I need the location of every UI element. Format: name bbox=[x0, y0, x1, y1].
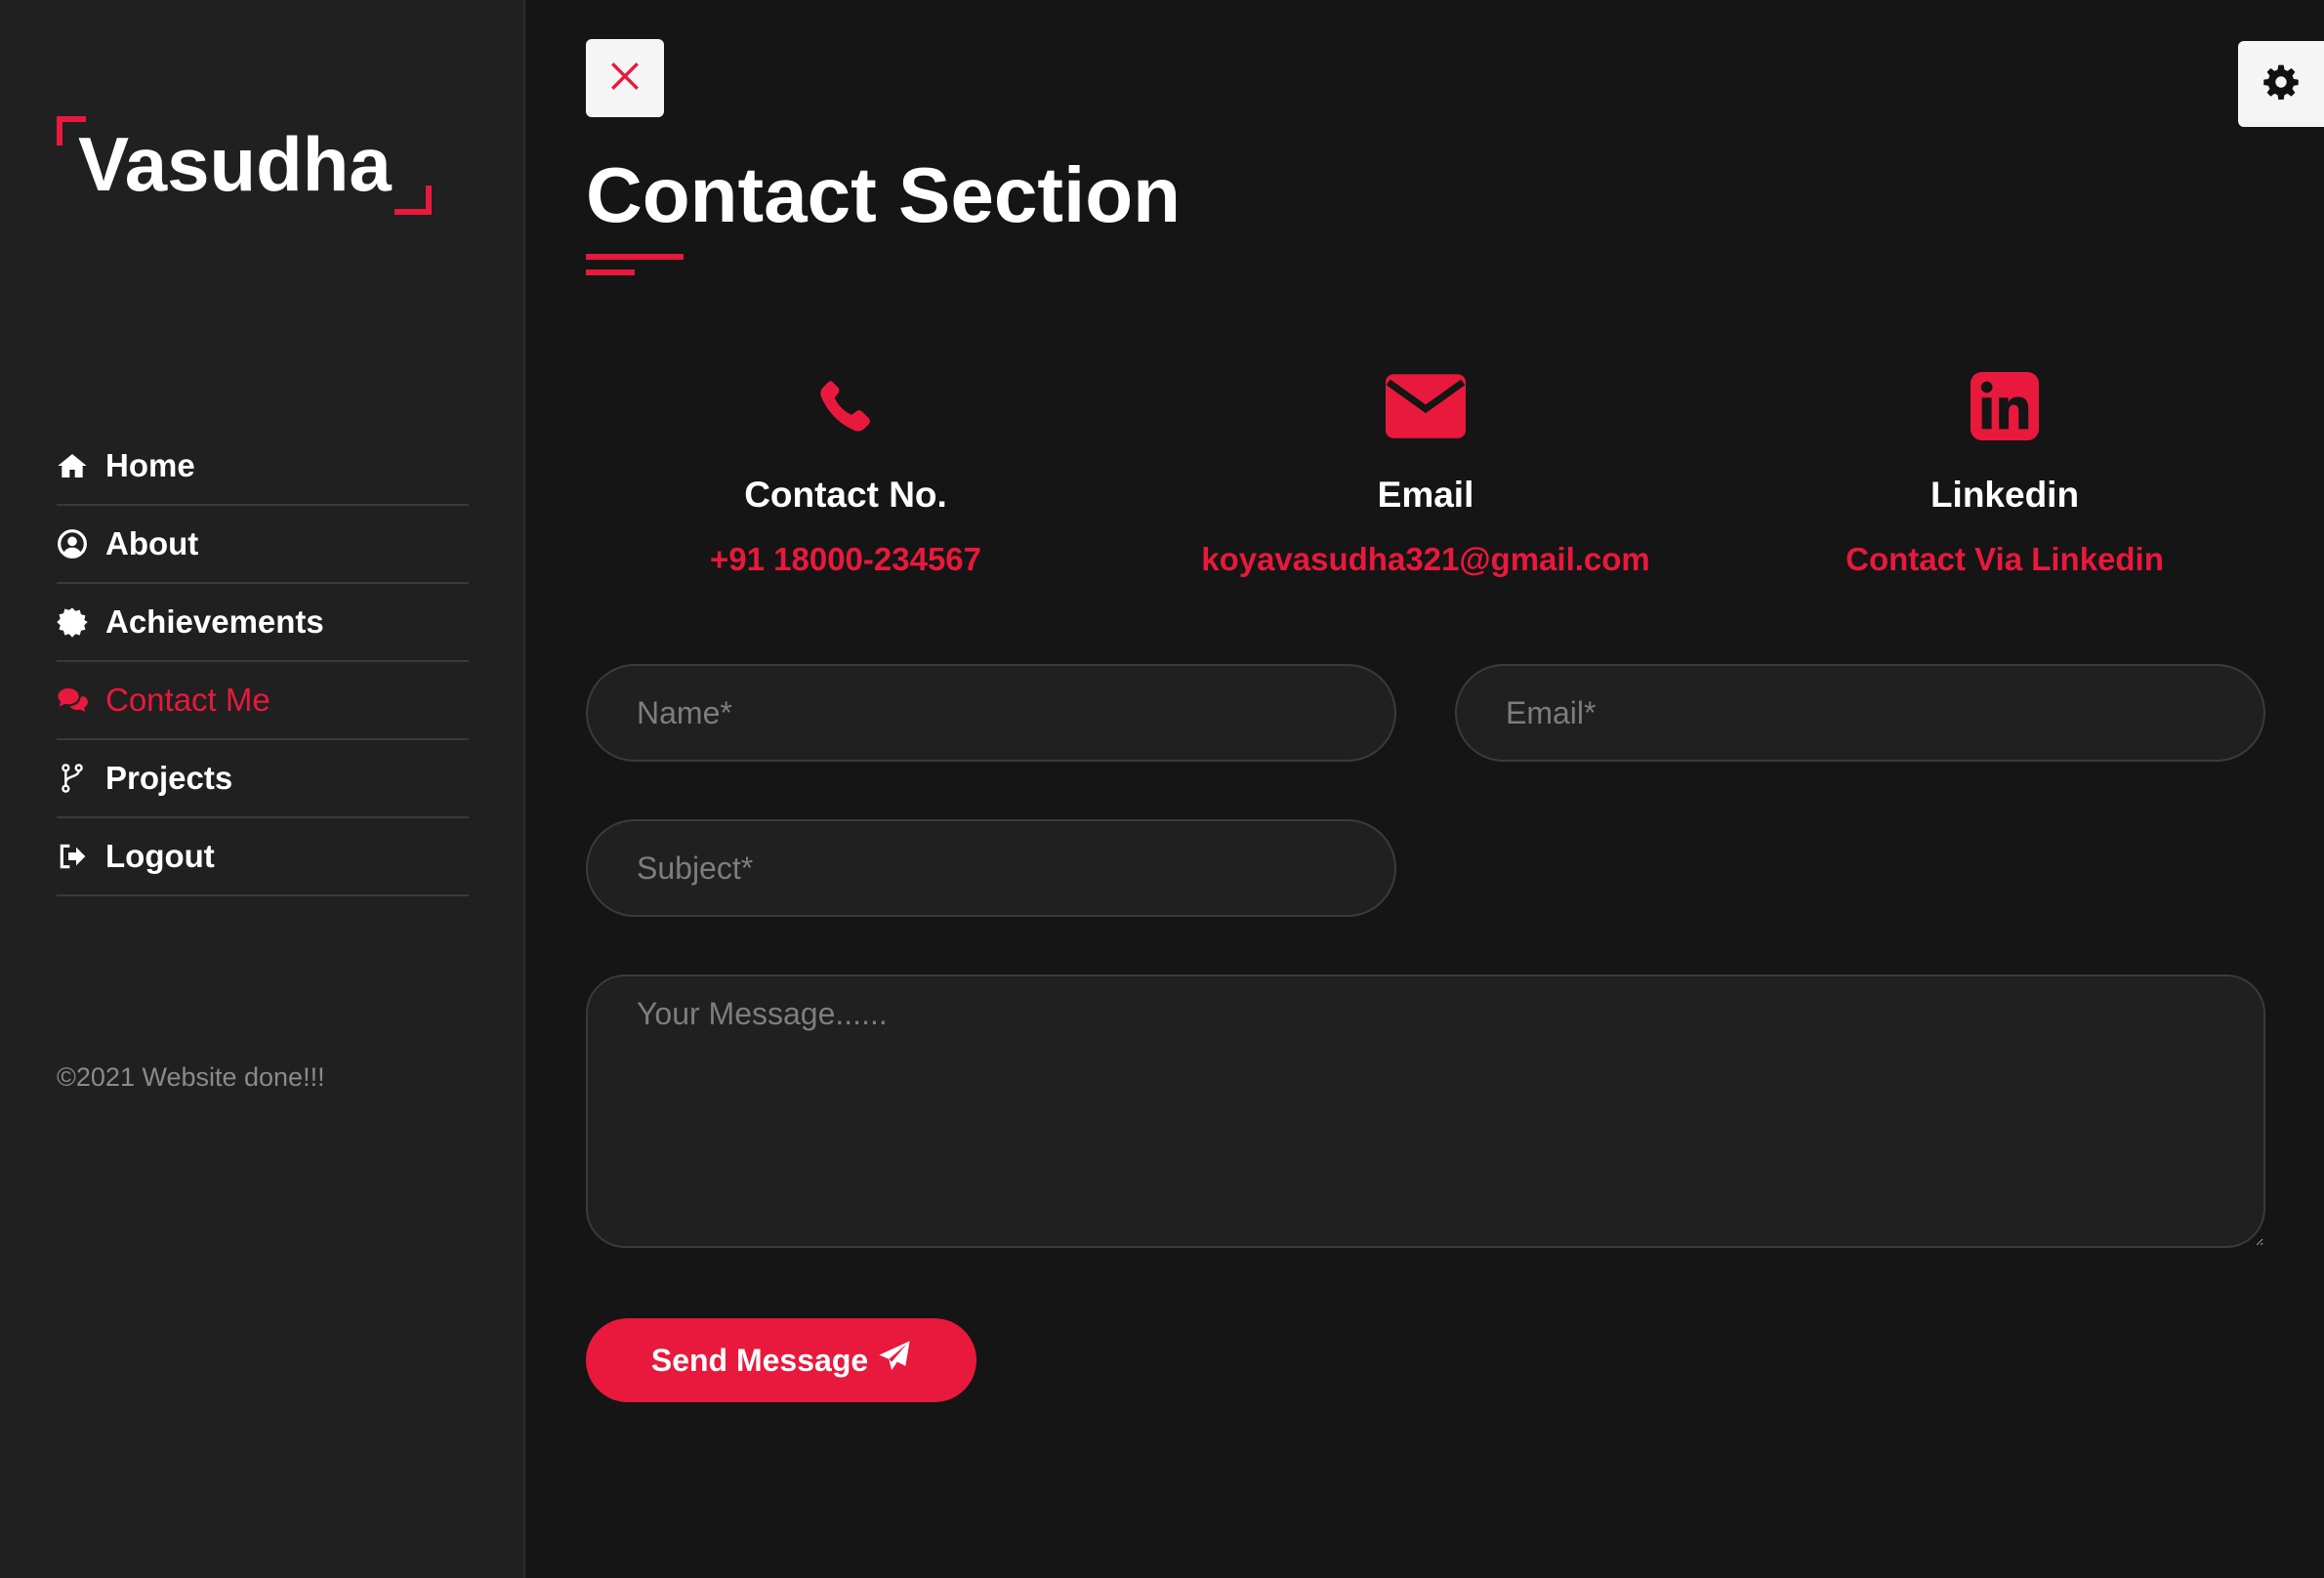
close-button[interactable] bbox=[586, 39, 664, 117]
send-message-label: Send Message bbox=[650, 1342, 869, 1378]
close-icon bbox=[608, 60, 642, 98]
logo-corner-bottom-right bbox=[394, 186, 432, 215]
contact-phone-card: Contact No. +91 18000-234567 bbox=[553, 367, 1139, 577]
name-input[interactable] bbox=[586, 664, 1396, 762]
send-message-button[interactable]: Send Message bbox=[586, 1318, 976, 1402]
linkedin-icon bbox=[1712, 367, 2298, 445]
logo-text: Vasudha bbox=[78, 121, 392, 207]
sidebar-nav: Home About Achievements Contact Me Proje… bbox=[57, 428, 469, 896]
sidebar-item-label: Contact Me bbox=[105, 682, 270, 718]
contact-email-link[interactable]: koyavasudha321@gmail.com bbox=[1133, 541, 1719, 578]
subject-input[interactable] bbox=[586, 819, 1396, 917]
phone-icon bbox=[553, 367, 1139, 445]
envelope-icon bbox=[1133, 367, 1719, 445]
message-textarea[interactable] bbox=[586, 975, 2265, 1248]
sidebar-item-label: Home bbox=[105, 447, 195, 483]
sidebar: Vasudha Home About Achievements Contact … bbox=[0, 0, 525, 1578]
paper-plane-icon bbox=[868, 1340, 911, 1381]
contact-email-card: Email koyavasudha321@gmail.com bbox=[1133, 367, 1719, 577]
contact-phone-link[interactable]: +91 18000-234567 bbox=[553, 541, 1139, 578]
title-underline bbox=[586, 254, 684, 260]
sidebar-item-contact[interactable]: Contact Me bbox=[57, 662, 469, 740]
user-circle-icon bbox=[57, 528, 88, 560]
page-title: Contact Section bbox=[586, 151, 1181, 238]
contact-linkedin-title: Linkedin bbox=[1930, 475, 2080, 515]
sidebar-item-achievements[interactable]: Achievements bbox=[57, 584, 469, 662]
sidebar-item-about[interactable]: About bbox=[57, 506, 469, 584]
code-branch-icon bbox=[57, 763, 88, 794]
copyright-text: ©2021 Website done!!! bbox=[57, 1062, 325, 1092]
settings-button[interactable] bbox=[2238, 41, 2324, 127]
logout-icon bbox=[57, 841, 88, 872]
sidebar-item-projects[interactable]: Projects bbox=[57, 740, 469, 818]
contact-email-title: Email bbox=[1377, 475, 1474, 515]
home-icon bbox=[57, 450, 88, 481]
badge-icon bbox=[57, 606, 88, 638]
logo[interactable]: Vasudha bbox=[57, 113, 437, 217]
sidebar-item-label: Logout bbox=[105, 838, 215, 874]
title-underline-short bbox=[586, 270, 635, 275]
sidebar-item-logout[interactable]: Logout bbox=[57, 818, 469, 896]
gear-icon bbox=[2262, 63, 2300, 105]
email-input[interactable] bbox=[1455, 664, 2265, 762]
sidebar-item-label: Achievements bbox=[105, 603, 324, 640]
contact-phone-title: Contact No. bbox=[744, 475, 947, 515]
sidebar-item-label: About bbox=[105, 525, 199, 561]
sidebar-item-home[interactable]: Home bbox=[57, 428, 469, 506]
contact-linkedin-card: Linkedin Contact Via Linkedin bbox=[1712, 367, 2298, 577]
contact-linkedin-link[interactable]: Contact Via Linkedin bbox=[1712, 541, 2298, 578]
sidebar-item-label: Projects bbox=[105, 760, 233, 796]
chat-icon bbox=[57, 685, 88, 716]
